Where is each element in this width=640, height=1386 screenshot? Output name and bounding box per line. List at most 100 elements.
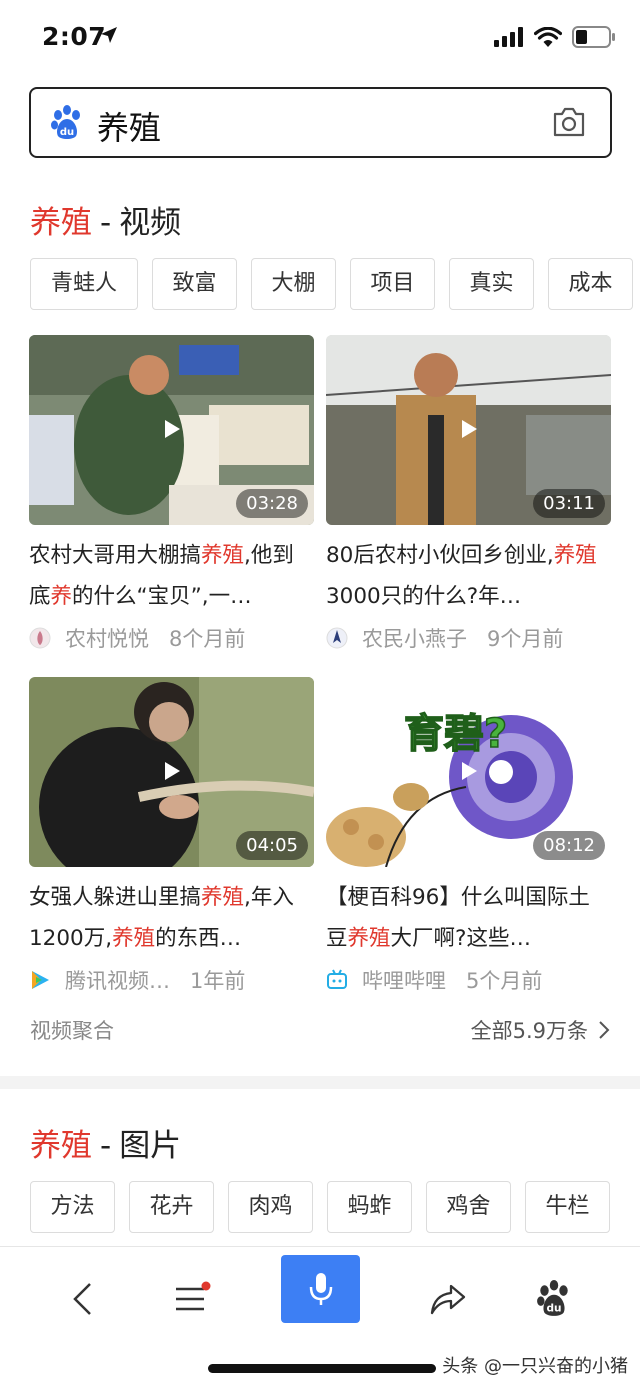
source-avatar-icon bbox=[29, 627, 51, 649]
section-keyword: 养殖 bbox=[30, 1128, 92, 1164]
chip[interactable]: 方法 bbox=[30, 1181, 115, 1233]
chip[interactable]: 大棚 bbox=[251, 258, 336, 310]
watermark: 头条 @一只兴奋的小猪 bbox=[442, 1356, 628, 1377]
menu-icon bbox=[176, 1281, 211, 1311]
thumb-caption: 育碧? bbox=[404, 711, 507, 757]
video-meta: 农村悦悦 8个月前 bbox=[29, 619, 314, 657]
camera-icon[interactable] bbox=[552, 106, 586, 138]
video-title[interactable]: 80后农村小伙回乡创业,养殖 3000只的什么?年… bbox=[326, 535, 611, 617]
title-highlight: 养殖 bbox=[201, 543, 245, 568]
microphone-icon bbox=[309, 1273, 332, 1305]
battery-icon bbox=[572, 26, 615, 48]
baidu-home-button[interactable]: du bbox=[524, 1269, 584, 1329]
menu-button[interactable] bbox=[162, 1269, 222, 1329]
search-bar[interactable]: du 养殖 bbox=[29, 87, 612, 158]
title-text: 农村大哥用大棚搞 bbox=[29, 543, 202, 568]
video-card[interactable]: 04:05 女强人躲进山里搞养殖,年入1200万,养殖的东西… 腾讯视频… 1年… bbox=[29, 677, 314, 999]
cellular-signal-icon bbox=[494, 27, 523, 47]
title-text: 80后农村小伙回乡创业, bbox=[326, 543, 554, 568]
chip[interactable]: 蚂蚱 bbox=[327, 1181, 412, 1233]
back-button[interactable] bbox=[52, 1269, 112, 1329]
wifi-icon bbox=[534, 26, 562, 47]
chip[interactable]: 青蛙人 bbox=[30, 258, 138, 310]
video-title[interactable]: 农村大哥用大棚搞养殖,他到底养的什么“宝贝”,一… bbox=[29, 535, 314, 617]
video-duration: 03:28 bbox=[236, 489, 308, 518]
title-highlight: 养殖 bbox=[112, 926, 156, 951]
chip[interactable]: 鸡舍 bbox=[426, 1181, 511, 1233]
play-icon bbox=[462, 762, 477, 780]
play-icon bbox=[165, 420, 180, 438]
image-section-title[interactable]: 养殖 - 图片 bbox=[30, 1120, 181, 1165]
title-text: 的什么“宝贝”,一… bbox=[72, 584, 252, 609]
status-time: 2:07 bbox=[42, 22, 107, 51]
video-time: 1年前 bbox=[190, 969, 246, 993]
share-icon bbox=[430, 1284, 466, 1315]
video-duration: 04:05 bbox=[236, 831, 308, 860]
title-text: 3000只的什么?年… bbox=[326, 584, 522, 609]
video-section-title[interactable]: 养殖 - 视频 bbox=[30, 197, 181, 242]
video-thumbnail[interactable]: 04:05 bbox=[29, 677, 314, 867]
chip[interactable]: 致富 bbox=[152, 258, 237, 310]
video-duration: 08:12 bbox=[533, 831, 605, 860]
video-meta: 农民小燕子 9个月前 bbox=[326, 619, 611, 657]
bottom-toolbar: du 头条 @一只兴奋的小猪 bbox=[0, 1246, 640, 1386]
video-source: 腾讯视频… bbox=[65, 969, 170, 993]
baidu-paw-icon: du bbox=[51, 105, 80, 139]
source-avatar-icon bbox=[326, 627, 348, 649]
chip[interactable]: 肉鸡 bbox=[228, 1181, 313, 1233]
video-aggregate-link[interactable]: 视频聚合 bbox=[30, 1019, 114, 1043]
status-bar: 2:07 bbox=[0, 0, 640, 78]
chip[interactable]: 花卉 bbox=[129, 1181, 214, 1233]
chip[interactable]: 项目 bbox=[350, 258, 435, 310]
video-card[interactable]: 03:28 农村大哥用大棚搞养殖,他到底养的什么“宝贝”,一… 农村悦悦 8个月… bbox=[29, 335, 314, 657]
video-title[interactable]: 女强人躲进山里搞养殖,年入1200万,养殖的东西… bbox=[29, 877, 314, 959]
title-text: 女强人躲进山里搞 bbox=[29, 885, 202, 910]
title-highlight: 养殖 bbox=[201, 885, 245, 910]
chevron-right-icon bbox=[599, 1021, 610, 1039]
view-all-link[interactable]: 全部5.9万条 bbox=[471, 1015, 610, 1045]
play-icon bbox=[165, 762, 180, 780]
chip[interactable]: 真实 bbox=[449, 258, 534, 310]
baidu-paw-icon: du bbox=[537, 1280, 568, 1316]
bilibili-icon bbox=[327, 969, 347, 989]
svg-text:du: du bbox=[546, 1303, 561, 1315]
title-highlight: 养殖 bbox=[553, 543, 597, 568]
video-meta: 腾讯视频… 1年前 bbox=[29, 961, 314, 999]
video-section-footer: 视频聚合 全部5.9万条 bbox=[30, 1015, 610, 1049]
video-meta: 哔哩哔哩 5个月前 bbox=[326, 961, 611, 999]
video-chip-row: 青蛙人 致富 大棚 项目 真实 成本 bbox=[30, 258, 640, 310]
video-time: 9个月前 bbox=[487, 627, 564, 651]
video-time: 8个月前 bbox=[169, 627, 246, 651]
title-text: 的东西… bbox=[155, 926, 242, 951]
section-label: 图片 bbox=[119, 1128, 182, 1164]
location-arrow-icon bbox=[101, 27, 117, 43]
video-source: 农民小燕子 bbox=[362, 627, 467, 651]
section-label: 视频 bbox=[119, 205, 182, 241]
section-divider bbox=[0, 1076, 640, 1089]
section-separator: - bbox=[100, 205, 112, 241]
tencent-video-icon bbox=[32, 971, 49, 989]
video-time: 5个月前 bbox=[466, 969, 543, 993]
svg-text:du: du bbox=[60, 127, 74, 138]
back-icon bbox=[73, 1283, 91, 1315]
title-text: 大厂啊?这些… bbox=[390, 926, 531, 951]
chip[interactable]: 成本 bbox=[548, 258, 633, 310]
title-highlight: 养 bbox=[50, 584, 73, 609]
home-indicator[interactable] bbox=[208, 1364, 436, 1373]
title-highlight: 养殖 bbox=[347, 926, 391, 951]
video-card[interactable]: 03:11 80后农村小伙回乡创业,养殖 3000只的什么?年… 农民小燕子 9个… bbox=[326, 335, 611, 657]
video-thumbnail[interactable]: 育碧? 08:12 bbox=[326, 677, 611, 867]
video-thumbnail[interactable]: 03:28 bbox=[29, 335, 314, 525]
chip[interactable]: 牛栏 bbox=[525, 1181, 610, 1233]
section-separator: - bbox=[100, 1128, 112, 1164]
share-button[interactable] bbox=[418, 1269, 478, 1329]
video-thumbnail[interactable]: 03:11 bbox=[326, 335, 611, 525]
video-card[interactable]: 育碧? 08:12 【梗百科96】什么叫国际土豆养殖大厂啊?这些… 哔哩哔哩 5… bbox=[326, 677, 611, 999]
video-source: 哔哩哔哩 bbox=[362, 969, 446, 993]
voice-search-button[interactable] bbox=[281, 1255, 360, 1323]
video-source: 农村悦悦 bbox=[65, 627, 149, 651]
search-input[interactable]: 养殖 bbox=[97, 103, 161, 149]
video-duration: 03:11 bbox=[533, 489, 605, 518]
status-indicators bbox=[494, 26, 616, 48]
video-title[interactable]: 【梗百科96】什么叫国际土豆养殖大厂啊?这些… bbox=[326, 877, 611, 959]
